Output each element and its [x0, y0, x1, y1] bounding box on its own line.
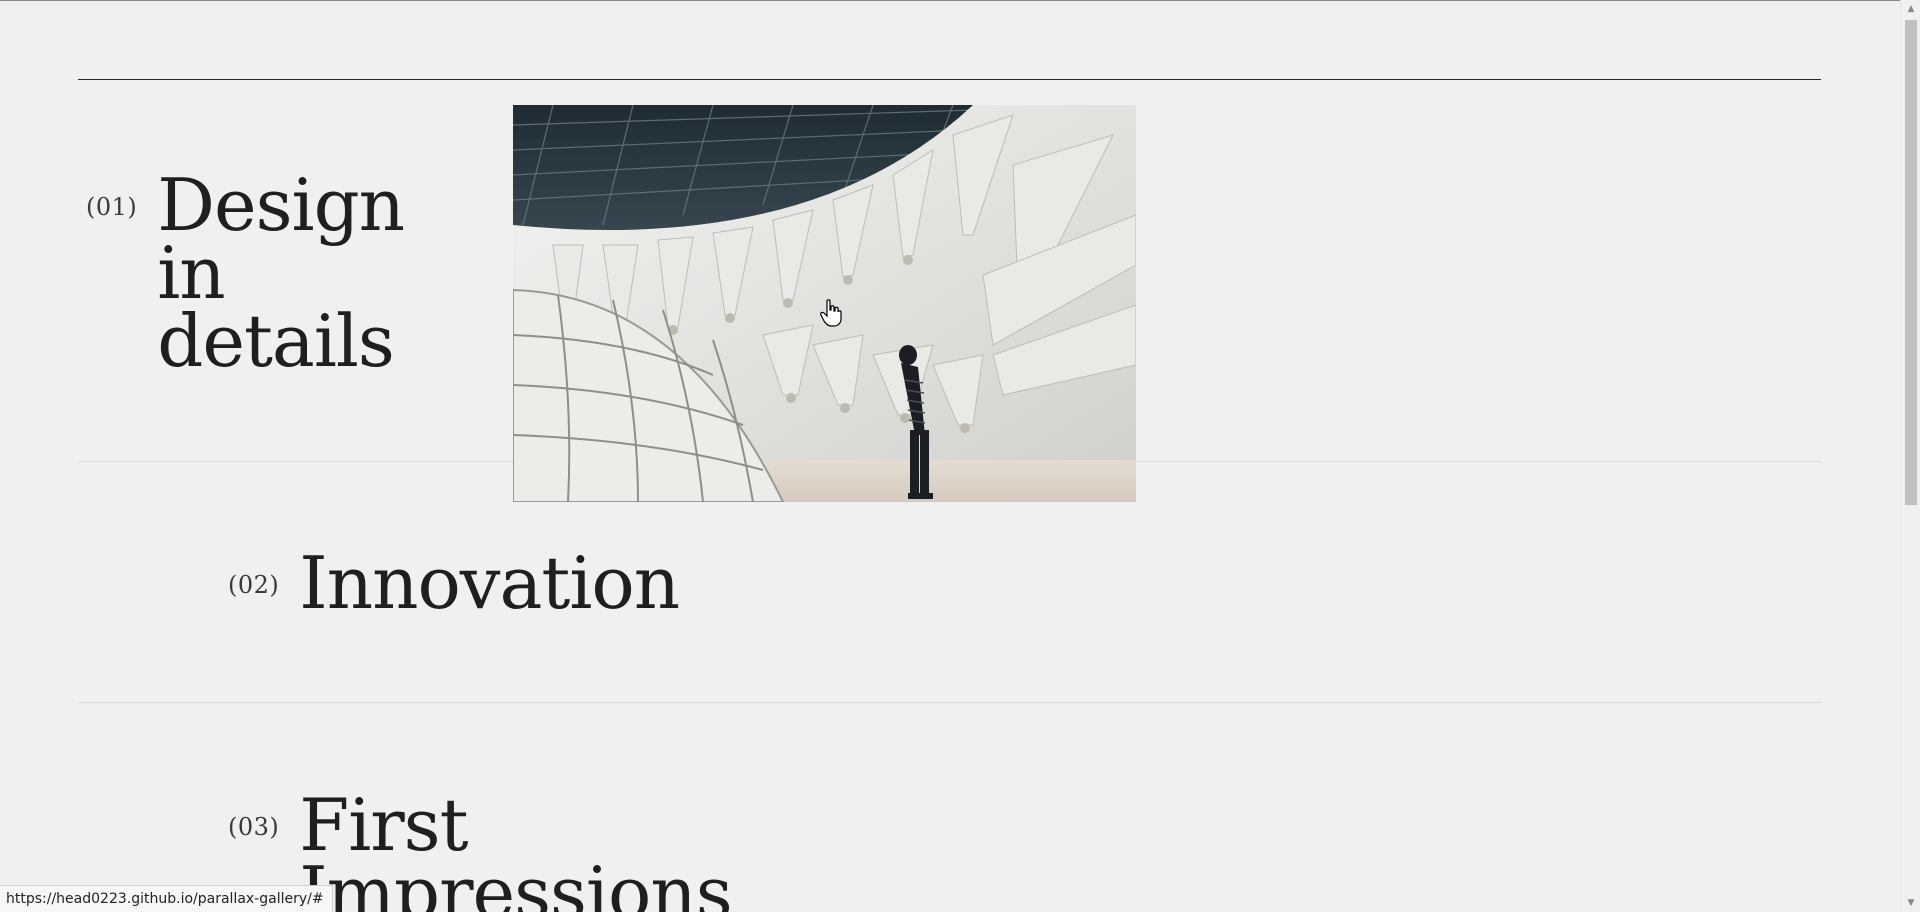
title-line: Innovation [299, 541, 680, 625]
vertical-scrollbar[interactable]: ▲ ▼ [1900, 0, 1920, 912]
title-line: details [157, 299, 395, 383]
page-viewport: (01) Design in details (02) Innovation (… [0, 0, 1900, 912]
scroll-down-icon[interactable]: ▼ [1901, 894, 1920, 912]
item-number: (03) [228, 813, 280, 841]
item-title: Innovation [299, 541, 680, 625]
title-line: Impressions [299, 851, 732, 912]
status-bar-url: https://head0223.github.io/parallax-gall… [0, 885, 333, 912]
title-line: First [299, 783, 468, 867]
title-line: in [157, 231, 225, 315]
item-title: Design in details [157, 163, 417, 383]
hand-cursor-icon [820, 299, 842, 327]
gallery-item-innovation[interactable]: (02) Innovation [228, 541, 680, 625]
top-divider [78, 79, 1821, 80]
gallery-item-design-in-details[interactable]: (01) Design in details [86, 163, 417, 383]
item-title: First Impressions [299, 783, 732, 912]
item-number: (02) [228, 571, 280, 599]
scrollbar-thumb[interactable] [1905, 20, 1917, 505]
item-number: (01) [86, 193, 138, 221]
scroll-up-icon[interactable]: ▲ [1901, 0, 1920, 18]
divider [78, 702, 1821, 703]
title-line: Design [157, 163, 405, 247]
